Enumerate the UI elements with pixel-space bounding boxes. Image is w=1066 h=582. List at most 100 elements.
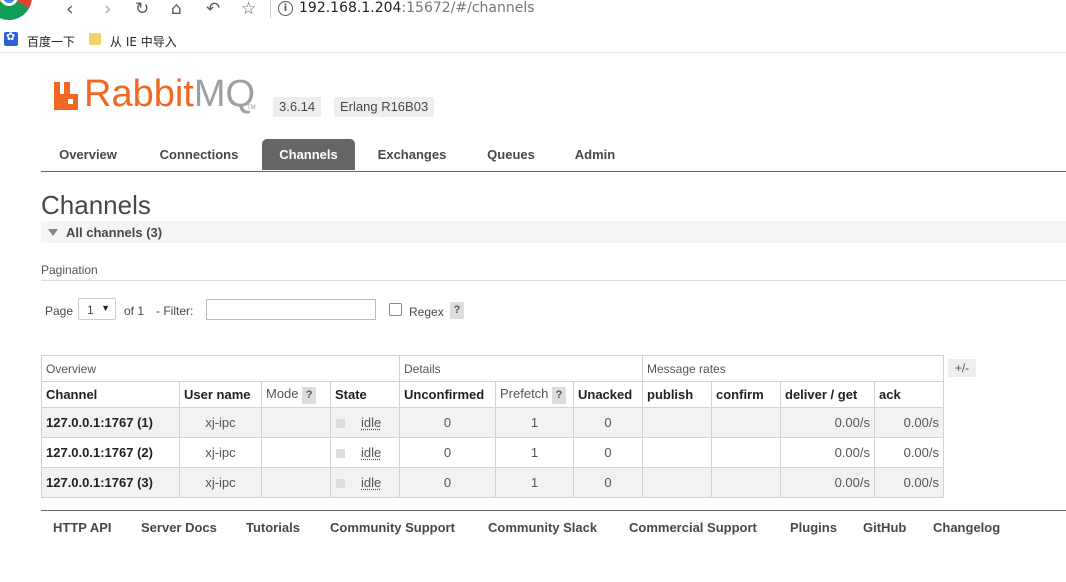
url-path: :15672/#/channels [401,0,535,16]
logo-trademark: TM [247,105,256,111]
section-title: All channels (3) [66,225,163,240]
divider [41,280,1066,281]
state-cell: idle [330,407,400,438]
page-select[interactable]: 1 ▼ [78,298,116,320]
unacked-cell: 0 [573,407,643,438]
col-state[interactable]: State [330,381,400,408]
page-select-value: 1 [87,303,94,317]
state-indicator-icon [336,448,345,458]
col-deliver-get: deliver / get [780,381,875,408]
channel-link[interactable]: 127.0.0.1:1767 (1) [41,407,180,438]
prefetch-cell: 1 [495,467,574,498]
state-indicator-icon [336,478,345,488]
col-unacked[interactable]: Unacked [573,381,643,408]
tab-admin[interactable]: Admin [563,139,627,170]
publish-cell [642,407,712,438]
version-badge: 3.6.14 [273,97,322,117]
mode-help-icon[interactable]: ? [302,386,317,404]
tab-queues[interactable]: Queues [474,139,548,170]
ack-cell: 0.00/s [874,467,944,498]
confirm-cell [711,407,781,438]
column-toggle-button[interactable]: +/- [948,359,976,377]
group-message-rates: Message rates [642,355,944,382]
state-cell: idle [330,467,400,498]
col-user-name[interactable]: User name [179,381,262,408]
unconfirmed-cell: 0 [399,437,496,468]
filter-label: - Filter: [156,304,194,318]
footer-link-community-slack[interactable]: Community Slack [488,520,597,535]
state-text: idle [361,415,382,431]
channel-link[interactable]: 127.0.0.1:1767 (2) [41,437,180,468]
page-label: Page [45,304,74,318]
deliver-get-cell: 0.00/s [780,467,875,498]
col-prefetch-label: Prefetch [500,385,549,401]
col-confirm: confirm [711,381,781,408]
table-row: 127.0.0.1:1767 (2) xj-ipc idle 0 1 0 0.0… [41,437,944,468]
home-icon[interactable]: ⌂ [171,0,182,20]
mode-cell [261,407,331,438]
unconfirmed-cell: 0 [399,467,496,498]
deliver-get-cell: 0.00/s [780,407,875,438]
footer: HTTP API Server Docs Tutorials Community… [41,510,1066,541]
ack-cell: 0.00/s [874,407,944,438]
unacked-cell: 0 [573,437,643,468]
col-channel[interactable]: Channel [41,381,180,408]
address-bar[interactable]: 192.168.1.204:15672/#/channels [299,0,535,16]
table-row: 127.0.0.1:1767 (3) xj-ipc idle 0 1 0 0.0… [41,467,944,498]
confirm-cell [711,437,781,468]
chrome-logo-icon [0,0,32,20]
regex-checkbox[interactable] [389,303,402,316]
group-details: Details [399,355,643,382]
reload-icon[interactable]: ↻ [135,0,149,20]
col-prefetch[interactable]: Prefetch ? [495,381,574,408]
col-mode-label: Mode [266,385,299,401]
tab-exchanges[interactable]: Exchanges [366,139,458,170]
mode-cell [261,467,331,498]
rabbit-logo-icon [54,82,78,110]
logo-rabbit-text: Rabbit [84,73,194,115]
forward-icon[interactable]: › [104,0,112,20]
footer-link-community-support[interactable]: Community Support [330,520,455,535]
bookmark-import-ie[interactable]: 从 IE 中导入 [110,33,177,50]
user-cell: xj-ipc [179,467,262,498]
channels-table: Overview Details Message rates Channel U… [41,355,944,498]
deliver-get-cell: 0.00/s [780,437,875,468]
footer-link-changelog[interactable]: Changelog [933,520,1000,535]
group-overview: Overview [41,355,400,382]
bookmark-baidu[interactable]: 百度一下 [27,33,75,50]
footer-link-server-docs[interactable]: Server Docs [141,520,217,535]
main-nav-tabs: Overview Connections Channels Exchanges … [41,139,1066,172]
baidu-paw-icon [4,30,18,46]
col-mode[interactable]: Mode ? [261,381,331,408]
footer-link-github[interactable]: GitHub [863,520,906,535]
tab-channels[interactable]: Channels [262,139,355,170]
page-title: Channels [41,190,151,220]
footer-link-plugins[interactable]: Plugins [790,520,837,535]
all-channels-toggle[interactable]: All channels (3) [41,221,1066,243]
site-info-icon[interactable]: i [278,1,293,16]
dropdown-arrow-icon: ▼ [101,303,110,313]
user-cell: xj-ipc [179,407,262,438]
regex-help-icon[interactable]: ? [450,302,464,319]
col-ack: ack [874,381,944,408]
tab-overview[interactable]: Overview [41,139,135,170]
col-unconfirmed[interactable]: Unconfirmed [399,381,496,408]
unacked-cell: 0 [573,467,643,498]
mode-cell [261,437,331,468]
filter-input[interactable] [206,299,376,320]
collapse-triangle-icon [48,229,58,236]
back-icon[interactable]: ‹ [66,0,74,20]
publish-cell [642,467,712,498]
channel-link[interactable]: 127.0.0.1:1767 (3) [41,467,180,498]
footer-link-http-api[interactable]: HTTP API [53,520,112,535]
bookmark-star-icon[interactable]: ☆ [241,0,256,20]
folder-icon [89,33,101,45]
footer-link-tutorials[interactable]: Tutorials [246,520,300,535]
prefetch-cell: 1 [495,437,574,468]
prefetch-help-icon[interactable]: ? [552,386,567,404]
ack-cell: 0.00/s [874,437,944,468]
url-separator [270,0,271,18]
footer-link-commercial-support[interactable]: Commercial Support [629,520,757,535]
tab-connections[interactable]: Connections [146,139,252,170]
undo-icon[interactable]: ↶ [206,0,220,20]
